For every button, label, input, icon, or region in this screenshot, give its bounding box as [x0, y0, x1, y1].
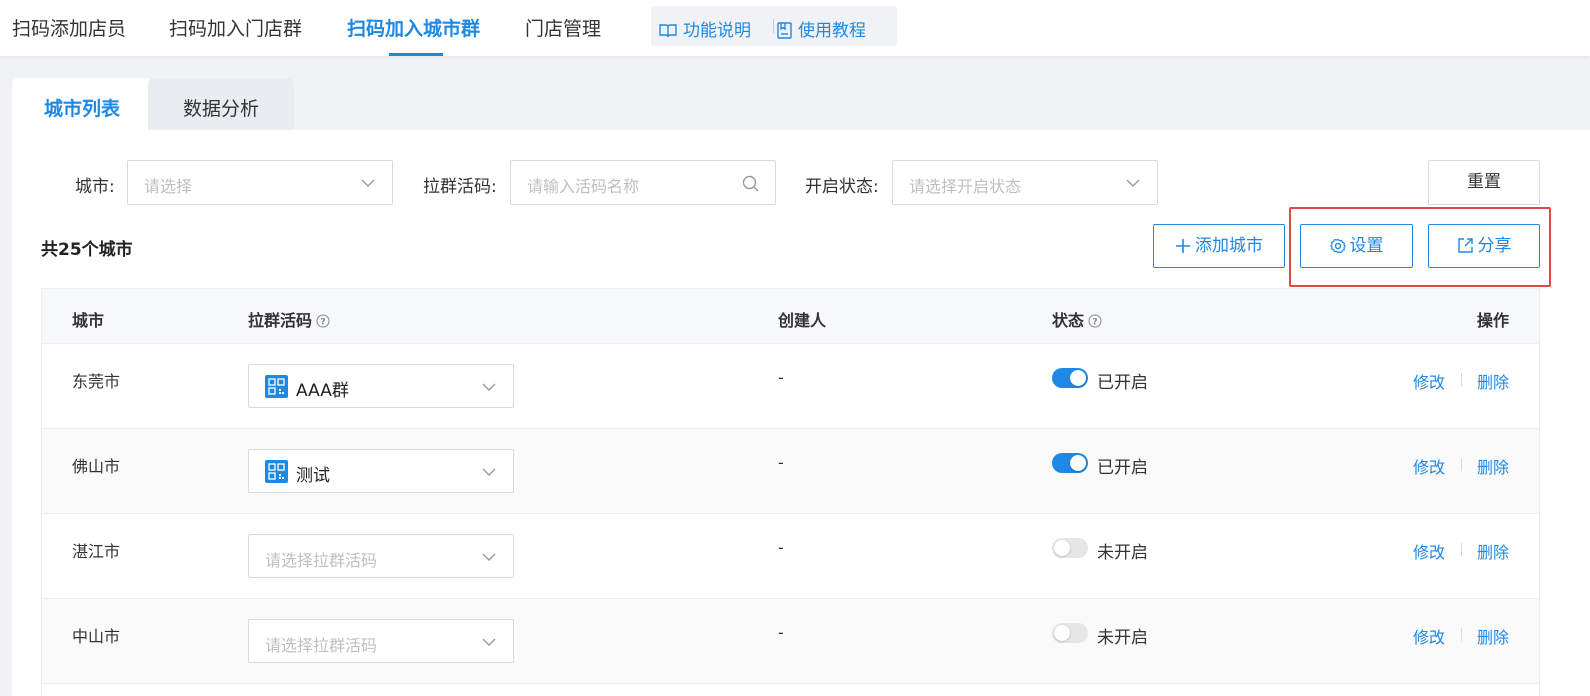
feature-description-link[interactable]: 功能说明 [659, 16, 751, 41]
status-toggle[interactable] [1052, 368, 1088, 388]
city-name: 东莞市 [72, 372, 121, 391]
divider [1461, 458, 1462, 471]
header-code: 拉群活码? [248, 307, 330, 331]
creator-value: - [778, 538, 784, 557]
table-row: 东莞市 AAA群 - 已开启 修改 删除 [42, 344, 1539, 429]
code-select[interactable]: 请选择拉群活码 [248, 619, 514, 663]
reset-button[interactable]: 重置 [1428, 160, 1540, 205]
code-select[interactable]: 测试 [248, 449, 514, 493]
status-select[interactable]: 请选择开启状态 [892, 160, 1158, 205]
qr-code-badge [265, 375, 288, 398]
tab-store-management[interactable]: 门店管理 [525, 14, 601, 56]
table-row: 佛山市 测试 - 已开启 修改 删除 [42, 429, 1539, 514]
header-creator: 创建人 [778, 311, 827, 330]
city-count: 共25个城市 [41, 240, 133, 260]
header-ops: 操作 [1477, 311, 1510, 330]
city-name: 中山市 [72, 627, 121, 646]
subtab-data-analysis[interactable]: 数据分析 [148, 78, 294, 130]
city-name: 佛山市 [72, 457, 121, 476]
city-table: 城市 拉群活码? 创建人 状态? 操作 东莞市 AAA群 - 已开启 修改 删除 佛山市 测试… [41, 288, 1540, 696]
delete-link[interactable]: 删除 [1477, 369, 1509, 393]
delete-link[interactable]: 删除 [1477, 624, 1509, 648]
qr-code-icon [268, 463, 285, 480]
code-filter-label: 拉群活码: [423, 177, 497, 197]
tab-scan-add-staff[interactable]: 扫码添加店员 [12, 14, 126, 56]
help-icon[interactable]: ? [316, 314, 330, 328]
status-text: 已开启 [1097, 373, 1148, 393]
status-text: 未开启 [1097, 628, 1148, 648]
header-city: 城市 [72, 311, 105, 330]
table-header: 城市 拉群活码? 创建人 状态? 操作 [42, 289, 1539, 344]
status-filter-label: 开启状态: [805, 177, 879, 197]
top-nav: 扫码添加店员 扫码加入门店群 扫码加入城市群 门店管理 功能说明 使用教程 [0, 0, 1590, 56]
document-icon [777, 22, 792, 39]
city-select[interactable]: 请选择 [127, 160, 393, 205]
svg-text:?: ? [320, 318, 325, 328]
toggle-knob [1070, 370, 1086, 386]
chevron-down-icon [1126, 179, 1140, 187]
tab-scan-join-city-group[interactable]: 扫码加入城市群 [347, 14, 487, 56]
chevron-down-icon [361, 179, 375, 187]
creator-value: - [778, 368, 784, 387]
search-icon [742, 175, 759, 192]
code-search-input[interactable]: 请输入活码名称 [510, 160, 776, 205]
table-row: 中山市 请选择拉群活码 - 未开启 修改 删除 [42, 599, 1539, 684]
edit-link[interactable]: 修改 [1413, 369, 1445, 393]
edit-link[interactable]: 修改 [1413, 624, 1445, 648]
divider [1461, 373, 1462, 386]
chevron-down-icon [482, 383, 496, 391]
chevron-down-icon [482, 638, 496, 646]
chevron-down-icon [482, 468, 496, 476]
tab-scan-join-store-group[interactable]: 扫码加入门店群 [169, 14, 302, 56]
plus-icon [1176, 239, 1190, 253]
qr-code-icon [268, 378, 285, 395]
edit-link[interactable]: 修改 [1413, 539, 1445, 563]
delete-link[interactable]: 删除 [1477, 454, 1509, 478]
status-toggle[interactable] [1052, 453, 1088, 473]
creator-value: - [778, 453, 784, 472]
table-row: 湛江市 请选择拉群活码 - 未开启 修改 删除 [42, 514, 1539, 599]
qr-code-badge [265, 460, 288, 483]
help-icon[interactable]: ? [1088, 314, 1102, 328]
divider [773, 19, 774, 33]
city-name: 湛江市 [72, 542, 121, 561]
status-toggle[interactable] [1052, 623, 1088, 643]
city-filter-label: 城市: [75, 177, 115, 197]
toggle-knob [1054, 625, 1070, 641]
code-select[interactable]: 请选择拉群活码 [248, 534, 514, 578]
edit-link[interactable]: 修改 [1413, 454, 1445, 478]
divider [1461, 628, 1462, 641]
creator-value: - [778, 623, 784, 642]
doc-links: 功能说明 使用教程 [651, 6, 897, 46]
toggle-knob [1070, 455, 1086, 471]
delete-link[interactable]: 删除 [1477, 539, 1509, 563]
code-select[interactable]: AAA群 [248, 364, 514, 408]
toggle-knob [1054, 540, 1070, 556]
book-icon [659, 24, 677, 38]
status-text: 未开启 [1097, 543, 1148, 563]
tutorial-link[interactable]: 使用教程 [777, 16, 866, 41]
svg-text:?: ? [1092, 318, 1097, 328]
highlight-box [1289, 207, 1551, 287]
chevron-down-icon [482, 553, 496, 561]
add-city-button[interactable]: 添加城市 [1153, 224, 1285, 268]
divider [1461, 543, 1462, 556]
header-status: 状态? [1052, 307, 1102, 331]
status-toggle[interactable] [1052, 538, 1088, 558]
subtab-city-list[interactable]: 城市列表 [12, 78, 152, 130]
status-text: 已开启 [1097, 458, 1148, 478]
